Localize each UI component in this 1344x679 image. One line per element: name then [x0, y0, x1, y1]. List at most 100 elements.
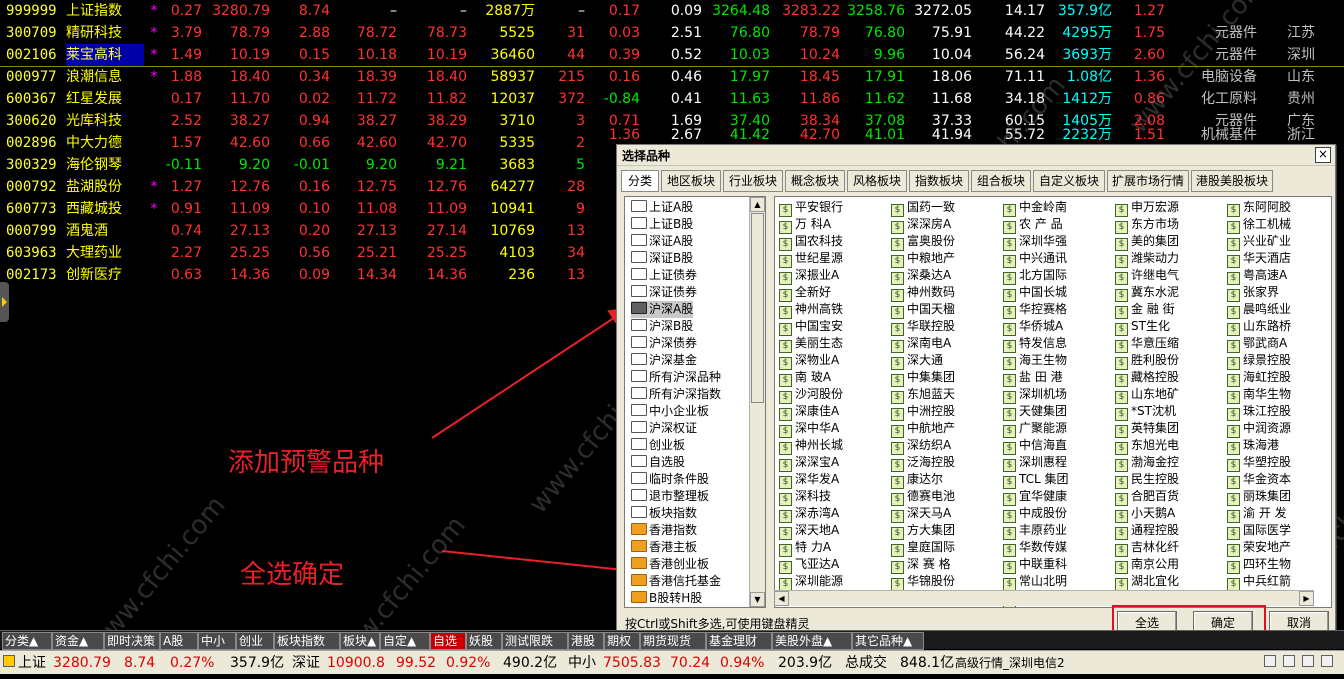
bottom-tab[interactable]: 创业	[236, 632, 274, 650]
security-item[interactable]: $ 深圳能源	[779, 573, 843, 591]
tree-item[interactable]: 所有沪深品种	[631, 369, 721, 386]
security-item[interactable]: $ 英特集团	[1115, 420, 1179, 438]
tree-item[interactable]: 沪深债券	[631, 335, 697, 352]
security-item[interactable]: $ 珠江控股	[1227, 403, 1291, 421]
security-item[interactable]: $ 深纺织A	[891, 437, 951, 455]
security-item[interactable]: $ 华金资本	[1227, 471, 1291, 489]
tree-item[interactable]: 香港主板	[631, 539, 697, 556]
security-item[interactable]: $ 深赤湾A	[779, 505, 839, 523]
scroll-right-icon[interactable]: ▶	[1299, 591, 1314, 606]
security-item[interactable]: $ 海虹控股	[1227, 369, 1291, 387]
security-item[interactable]: $ 中兴通讯	[1003, 250, 1067, 268]
security-item[interactable]: $ 南华生物	[1227, 386, 1291, 404]
scroll-up-icon[interactable]: ▲	[750, 197, 765, 212]
tab-category[interactable]: 港股美股板块	[1191, 170, 1273, 192]
security-item[interactable]: $ 北方国际	[1003, 267, 1067, 285]
signal-icon[interactable]	[1321, 655, 1333, 667]
security-item[interactable]: $ 四环生物	[1227, 556, 1291, 574]
tab-category[interactable]: 扩展市场行情	[1107, 170, 1189, 192]
security-item[interactable]: $ 中兵红箭	[1227, 573, 1291, 591]
security-item[interactable]: $ 东旭光电	[1115, 437, 1179, 455]
tab-category[interactable]: 行业板块	[723, 170, 783, 192]
bottom-tab[interactable]: 资金▲	[52, 632, 104, 650]
security-item[interactable]: $ 丽珠集团	[1227, 488, 1291, 506]
security-item[interactable]: $ 鄂武商A	[1227, 335, 1287, 353]
tab-category[interactable]: 自定义板块	[1033, 170, 1105, 192]
scroll-thumb[interactable]	[751, 213, 764, 403]
security-item[interactable]: $ 中航地产	[891, 420, 955, 438]
security-item[interactable]: $ 山东路桥	[1227, 318, 1291, 336]
scroll-left-icon[interactable]: ◀	[774, 591, 789, 606]
bottom-tab[interactable]: 即时决策	[104, 632, 160, 650]
security-item[interactable]: $ 国药一致	[891, 199, 955, 217]
bottom-tab[interactable]: A股	[160, 632, 198, 650]
tree-item[interactable]: 深证A股	[631, 233, 693, 250]
security-item[interactable]: $ 深康佳A	[779, 403, 839, 421]
security-item[interactable]: $ 农 产 品	[1003, 216, 1063, 234]
security-item[interactable]: $ 深深房A	[891, 216, 951, 234]
security-item[interactable]: $ 平安银行	[779, 199, 843, 217]
security-item[interactable]: $ 晨鸣纸业	[1227, 301, 1291, 319]
security-item[interactable]: $ 深物业A	[779, 352, 839, 370]
security-item[interactable]: $ 华意压缩	[1115, 335, 1179, 353]
bottom-tab[interactable]: 期权	[604, 632, 640, 650]
security-item[interactable]: $ 神州高铁	[779, 301, 843, 319]
security-item[interactable]: $ 深天地A	[779, 522, 839, 540]
security-item[interactable]: $ 深圳机场	[1003, 386, 1067, 404]
bottom-tab[interactable]: 板块▲	[340, 632, 380, 650]
security-item[interactable]: $ 深桑达A	[891, 267, 951, 285]
security-item[interactable]: $ 深深宝A	[779, 454, 839, 472]
security-item[interactable]: $ 渤海金控	[1115, 454, 1179, 472]
security-item[interactable]: $ TCL 集团	[1003, 471, 1069, 489]
window-restore-icon[interactable]	[1264, 655, 1276, 667]
quote-row[interactable]: 600367 红星发展 0.17 11.70 0.02 11.72 11.82 12037 37…	[0, 88, 1344, 110]
scroll-down-icon[interactable]: ▼	[750, 592, 765, 607]
grid-horizontal-scrollbar[interactable]: ◀ ▶	[774, 590, 1314, 606]
tree-item[interactable]: 上证A股	[631, 199, 693, 216]
tree-item[interactable]: 退市整理板	[631, 488, 709, 505]
security-item[interactable]: $ 宜华健康	[1003, 488, 1067, 506]
tree-item[interactable]: 上证债券	[631, 267, 697, 284]
security-item[interactable]: $ 东方市场	[1115, 216, 1179, 234]
security-item[interactable]: $ 美的集团	[1115, 233, 1179, 251]
tree-item[interactable]: 所有沪深指数	[631, 386, 721, 403]
security-item[interactable]: $ 中集集团	[891, 369, 955, 387]
security-item[interactable]: $ 华侨城A	[1003, 318, 1063, 336]
security-item[interactable]: $ 申万宏源	[1115, 199, 1179, 217]
security-item[interactable]: $ 南 玻A	[779, 369, 831, 387]
bottom-tab[interactable]: 其它品种▲	[852, 632, 924, 650]
security-item[interactable]: $ 天健集团	[1003, 403, 1067, 421]
bottom-tab[interactable]: 美股外盘▲	[772, 632, 852, 650]
security-item[interactable]: $ 特发信息	[1003, 335, 1067, 353]
tree-item[interactable]: 沪深权证	[631, 420, 697, 437]
security-item[interactable]: $ 合肥百货	[1115, 488, 1179, 506]
security-item[interactable]: $ ST生化	[1115, 318, 1170, 336]
security-item[interactable]: $ 世纪星源	[779, 250, 843, 268]
quote-row[interactable]: 300709 精研科技 * 3.79 78.79 2.88 78.72 78.73 5525 31…	[0, 22, 1344, 44]
sidebar-expand-handle[interactable]	[0, 282, 9, 322]
security-item[interactable]: $ 深圳惠程	[1003, 454, 1067, 472]
security-item[interactable]: $ 中成股份	[1003, 505, 1067, 523]
security-item[interactable]: $ 深科技	[779, 488, 831, 506]
security-item[interactable]: $ 深大通	[891, 352, 943, 370]
tree-item[interactable]: 沪深B股	[631, 318, 693, 335]
security-item[interactable]: $ 中粮地产	[891, 250, 955, 268]
security-item[interactable]: $ 深 赛 格	[891, 556, 951, 574]
security-item[interactable]: $ 湖北宜化	[1115, 573, 1179, 591]
security-item[interactable]: $ 南京公用	[1115, 556, 1179, 574]
security-item[interactable]: $ 民生控股	[1115, 471, 1179, 489]
tab-category[interactable]: 风格板块	[847, 170, 907, 192]
bottom-tab[interactable]: 板块指数	[274, 632, 340, 650]
bottom-tab[interactable]: 基金理财	[706, 632, 772, 650]
security-item[interactable]: $ 方大集团	[891, 522, 955, 540]
bottom-tab[interactable]: 港股	[568, 632, 604, 650]
security-item[interactable]: $ 全新好	[779, 284, 831, 302]
tree-item[interactable]: 深证B股	[631, 250, 693, 267]
security-item[interactable]: $ 深中华A	[779, 420, 839, 438]
security-item[interactable]: $ 中联重科	[1003, 556, 1067, 574]
security-item[interactable]: $ 华塑控股	[1227, 454, 1291, 472]
security-item[interactable]: $ 富奥股份	[891, 233, 955, 251]
security-item[interactable]: $ 中洲控股	[891, 403, 955, 421]
security-item[interactable]: $ 广聚能源	[1003, 420, 1067, 438]
security-item[interactable]: $ 珠海港	[1227, 437, 1279, 455]
